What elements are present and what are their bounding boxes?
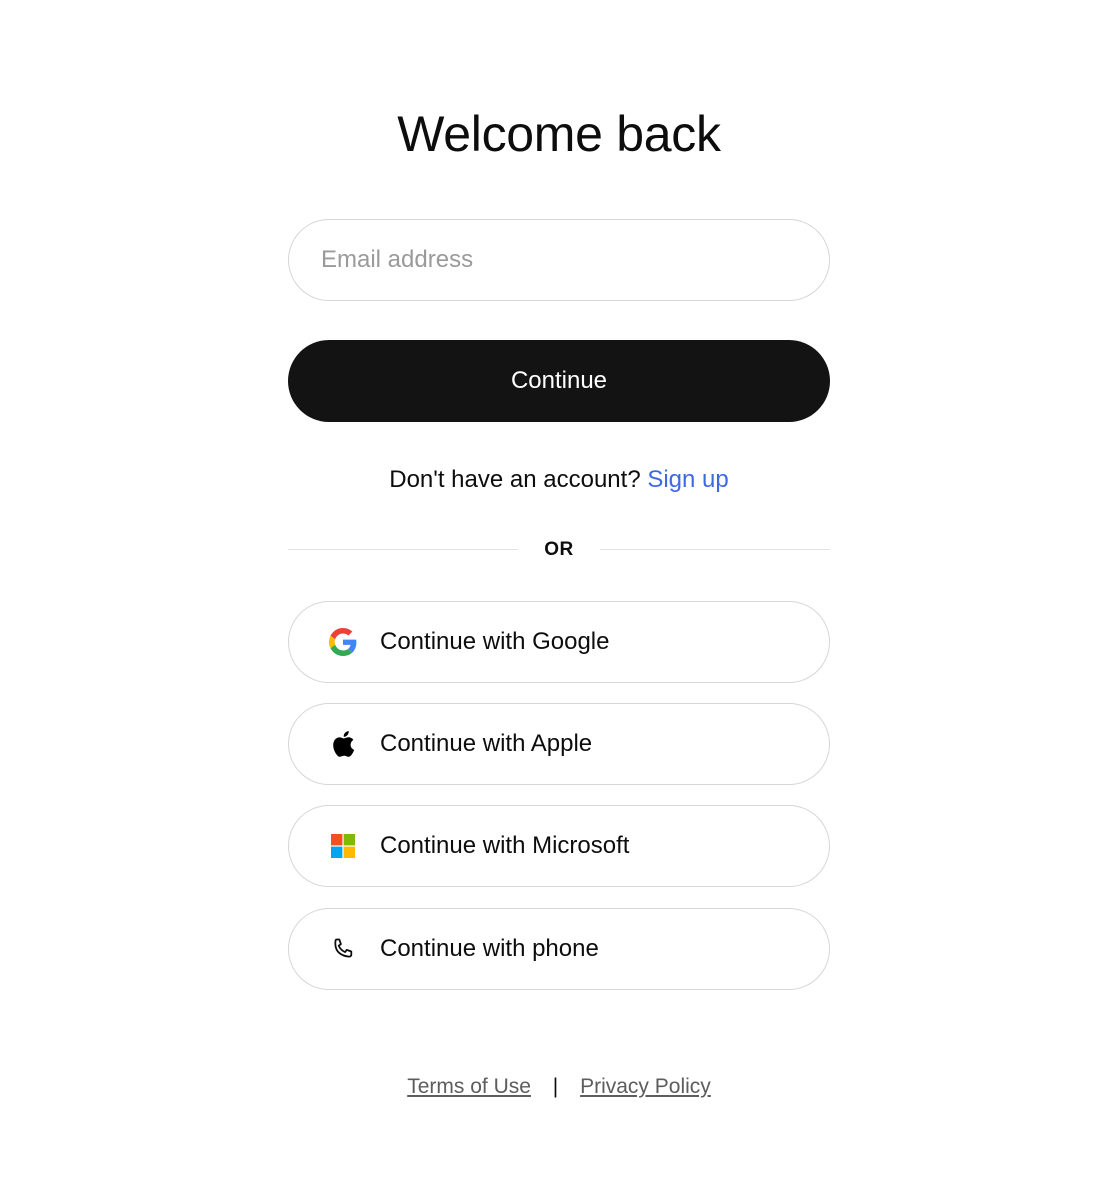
terms-of-use-link[interactable]: Terms of Use bbox=[407, 1075, 531, 1098]
continue-with-phone-button[interactable]: Continue with phone bbox=[288, 908, 830, 990]
continue-with-google-button[interactable]: Continue with Google bbox=[288, 601, 830, 683]
apple-icon bbox=[329, 730, 357, 758]
continue-with-microsoft-button[interactable]: Continue with Microsoft bbox=[288, 805, 830, 887]
signup-link[interactable]: Sign up bbox=[647, 466, 728, 493]
divider-line-right bbox=[600, 549, 830, 550]
footer-separator: | bbox=[552, 1075, 559, 1098]
or-divider: OR bbox=[288, 536, 830, 564]
signup-prompt: Don't have an account? Sign up bbox=[0, 464, 1098, 496]
google-icon bbox=[329, 628, 357, 656]
signup-prompt-text: Don't have an account? bbox=[389, 466, 641, 493]
footer-links: Terms of Use | Privacy Policy bbox=[0, 1072, 1098, 1102]
google-button-label: Continue with Google bbox=[380, 628, 610, 655]
phone-button-label: Continue with phone bbox=[380, 935, 599, 962]
divider-label: OR bbox=[544, 539, 574, 560]
page-title: Welcome back bbox=[397, 106, 721, 162]
login-page: Welcome back Continue Don't have an acco… bbox=[0, 0, 1098, 1200]
microsoft-icon bbox=[329, 832, 357, 860]
continue-button[interactable]: Continue bbox=[288, 340, 830, 422]
apple-button-label: Continue with Apple bbox=[380, 730, 593, 757]
continue-with-apple-button[interactable]: Continue with Apple bbox=[288, 703, 830, 785]
privacy-policy-link[interactable]: Privacy Policy bbox=[580, 1075, 711, 1098]
phone-icon bbox=[329, 935, 357, 963]
email-field[interactable] bbox=[288, 219, 830, 301]
microsoft-button-label: Continue with Microsoft bbox=[380, 832, 630, 859]
